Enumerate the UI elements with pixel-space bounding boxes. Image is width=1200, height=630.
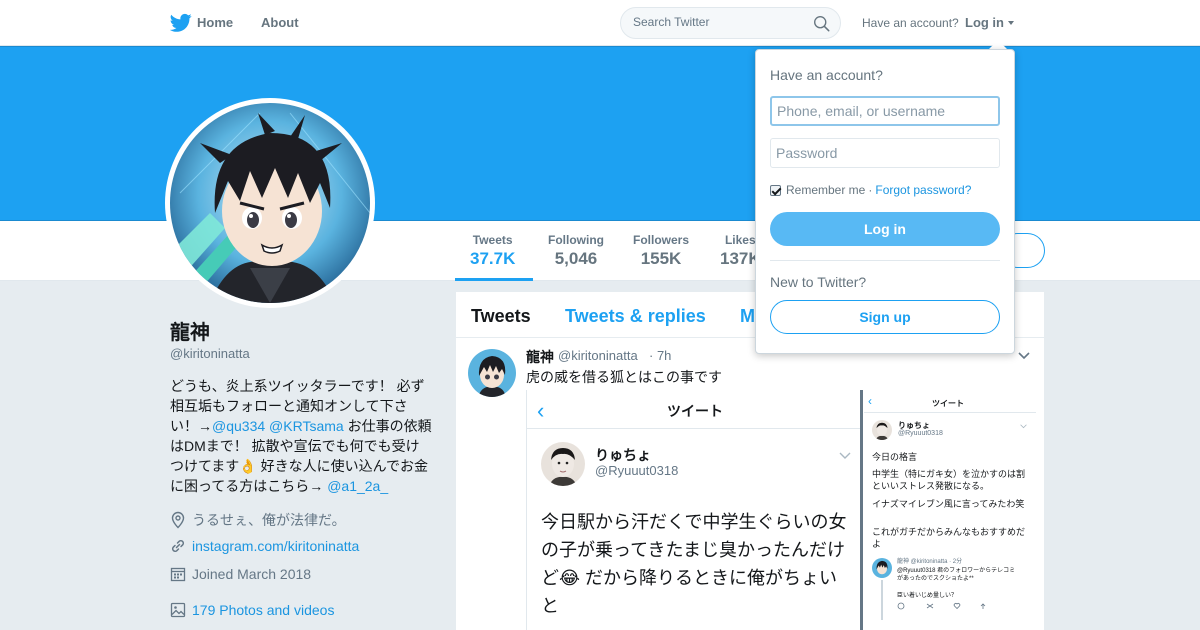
location-text: うるせぇ、俺が法律だ。 bbox=[192, 512, 346, 528]
tweet-author-handle[interactable]: @kiritoninatta bbox=[558, 348, 638, 363]
stat-value: 37.7K bbox=[470, 249, 516, 268]
chevron-down-icon bbox=[839, 452, 851, 459]
chevron-down-icon bbox=[1020, 424, 1027, 429]
stat-tweets[interactable]: Tweets 37.7K bbox=[470, 233, 515, 269]
tweet-author-name[interactable]: 龍神 bbox=[526, 347, 554, 367]
anime-avatar-image bbox=[170, 103, 370, 303]
login-dropdown: Have an account? Remember me · Forgot pa… bbox=[755, 49, 1015, 354]
screenshot-header: ツイート bbox=[667, 403, 723, 419]
nav-about-link[interactable]: About bbox=[261, 15, 299, 30]
profile-name[interactable]: 龍神 bbox=[170, 316, 210, 345]
screenshot-line: 今日の格言 bbox=[872, 452, 918, 462]
screenshot-name: りゅちょ bbox=[595, 447, 651, 463]
screenshot-line: イナズマイレブン風に言ってみたわ笑 bbox=[872, 499, 1025, 509]
profile-website: instagram.com/kiritoninatta bbox=[170, 538, 359, 554]
screenshot-line: これがガチだからみんなもおすすめだよ bbox=[872, 527, 1026, 549]
search-input[interactable] bbox=[633, 15, 813, 29]
calendar-icon bbox=[170, 567, 186, 582]
location-pin-icon bbox=[171, 511, 185, 529]
stat-label: Following bbox=[548, 233, 604, 247]
tab-tweets[interactable]: Tweets bbox=[471, 306, 531, 327]
screenshot-action-icons bbox=[897, 602, 986, 610]
stat-label: Tweets bbox=[472, 233, 513, 247]
ok-hand-emoji: 👌 bbox=[239, 458, 257, 474]
link-icon bbox=[171, 539, 185, 553]
screenshot-line: 中学生（特にガキ女）を泣かすのは割といいストレス発散になる。 bbox=[872, 469, 1026, 491]
screenshot-header: ツイート bbox=[932, 399, 964, 408]
password-field[interactable] bbox=[770, 138, 1000, 168]
tweet-author-avatar[interactable] bbox=[468, 349, 516, 397]
new-to-twitter-text: New to Twitter? bbox=[770, 274, 867, 290]
screenshot-avatar bbox=[541, 442, 585, 486]
tweet-media-image-2[interactable]: ‹ ツイート りゅちょ @Ryuuut0318 今日の格言 中学生（特にガキ女）… bbox=[864, 390, 1036, 630]
twitter-bird-icon[interactable] bbox=[170, 13, 192, 33]
search-box bbox=[620, 7, 841, 39]
chevron-down-icon[interactable] bbox=[1018, 352, 1030, 360]
photos-videos-link[interactable]: 179 Photos and videos bbox=[192, 602, 334, 618]
screenshot-reply-text: があったのでスクショたよ** bbox=[897, 576, 974, 582]
divider bbox=[864, 412, 1036, 413]
screenshot-handle: @Ryuuut0318 bbox=[898, 430, 943, 437]
website-link[interactable]: instagram.com/kiritoninatta bbox=[192, 538, 359, 554]
remember-me-row: Remember me · Forgot password? bbox=[770, 183, 971, 197]
media-divider bbox=[860, 390, 863, 630]
profile-avatar[interactable] bbox=[165, 98, 375, 308]
profile-handle[interactable]: @kiritoninatta bbox=[170, 346, 250, 361]
screenshot-handle: @Ryuuut0318 bbox=[595, 463, 679, 478]
tweet-timestamp[interactable]: · 7h bbox=[649, 348, 671, 363]
bio-mention-link[interactable]: @a1_2a_ bbox=[327, 478, 388, 494]
back-chevron-icon: ‹ bbox=[868, 394, 872, 408]
top-navigation: Home About Have an account? Log in bbox=[0, 0, 1200, 46]
tab-media[interactable]: M bbox=[740, 306, 755, 327]
search-icon[interactable] bbox=[813, 15, 830, 32]
login-dropdown-toggle[interactable]: Log in bbox=[965, 15, 1004, 30]
profile-location: うるせぇ、俺が法律だ。 bbox=[170, 510, 346, 530]
screenshot-avatar bbox=[872, 420, 892, 440]
dropdown-title: Have an account? bbox=[770, 67, 883, 83]
remember-me-checkbox[interactable] bbox=[770, 184, 781, 196]
tab-tweets-and-replies[interactable]: Tweets & replies bbox=[565, 306, 706, 327]
screenshot-reply-text: 臣い着いじめ量しい？ bbox=[897, 593, 958, 599]
remember-me-label[interactable]: Remember me bbox=[786, 183, 865, 197]
profile-joined: Joined March 2018 bbox=[170, 566, 311, 582]
profile-photos: 179 Photos and videos bbox=[170, 602, 334, 618]
stat-followers[interactable]: Followers 155K bbox=[633, 233, 689, 269]
separator-dot: · bbox=[868, 183, 873, 197]
signup-button[interactable]: Sign up bbox=[770, 300, 1000, 334]
active-stat-underline bbox=[455, 278, 533, 281]
username-field[interactable] bbox=[770, 96, 1000, 126]
bio-mention-link[interactable]: @KRTsama bbox=[269, 418, 344, 434]
stat-value: 5,046 bbox=[554, 249, 598, 268]
tweet-text: 虎の威を借る狐とはこの事です bbox=[526, 369, 722, 385]
screenshot-reply-avatar bbox=[872, 558, 892, 578]
back-chevron-icon: ‹ bbox=[537, 398, 545, 423]
photo-icon bbox=[170, 602, 186, 618]
bio-mention-link[interactable]: @qu334 bbox=[212, 418, 265, 434]
tweet-media-image-1[interactable]: ‹ ツイート りゅちょ @Ryuuut0318 今日駅から汗だくで中学生ぐらいの… bbox=[526, 390, 862, 630]
screenshot-reply-meta: 龍神 @kiritoninatta · 2分 bbox=[897, 559, 963, 565]
divider bbox=[770, 260, 1000, 261]
stat-value: 155K bbox=[640, 249, 682, 268]
have-account-text: Have an account? bbox=[862, 16, 959, 30]
caret-down-icon[interactable] bbox=[1008, 21, 1014, 25]
stat-label: Followers bbox=[633, 233, 690, 247]
stat-following[interactable]: Following 5,046 bbox=[548, 233, 604, 269]
reply-thread-line bbox=[881, 580, 883, 620]
login-button[interactable]: Log in bbox=[770, 212, 1000, 246]
screenshot-body-text: 今日駅から汗だくで中学生ぐらいの女の子が乗ってきたまじ臭かったんだけど😂 だから… bbox=[541, 512, 847, 616]
anime-avatar-image bbox=[468, 349, 516, 397]
divider bbox=[527, 428, 862, 429]
profile-bio: どうも、炎上系ツイッタラーです！ 必ず相互垢もフォローと通知オンして下さい！→@… bbox=[170, 376, 432, 496]
nav-home-link[interactable]: Home bbox=[197, 15, 233, 30]
forgot-password-link[interactable]: Forgot password? bbox=[875, 183, 971, 197]
joined-text: Joined March 2018 bbox=[192, 566, 312, 582]
